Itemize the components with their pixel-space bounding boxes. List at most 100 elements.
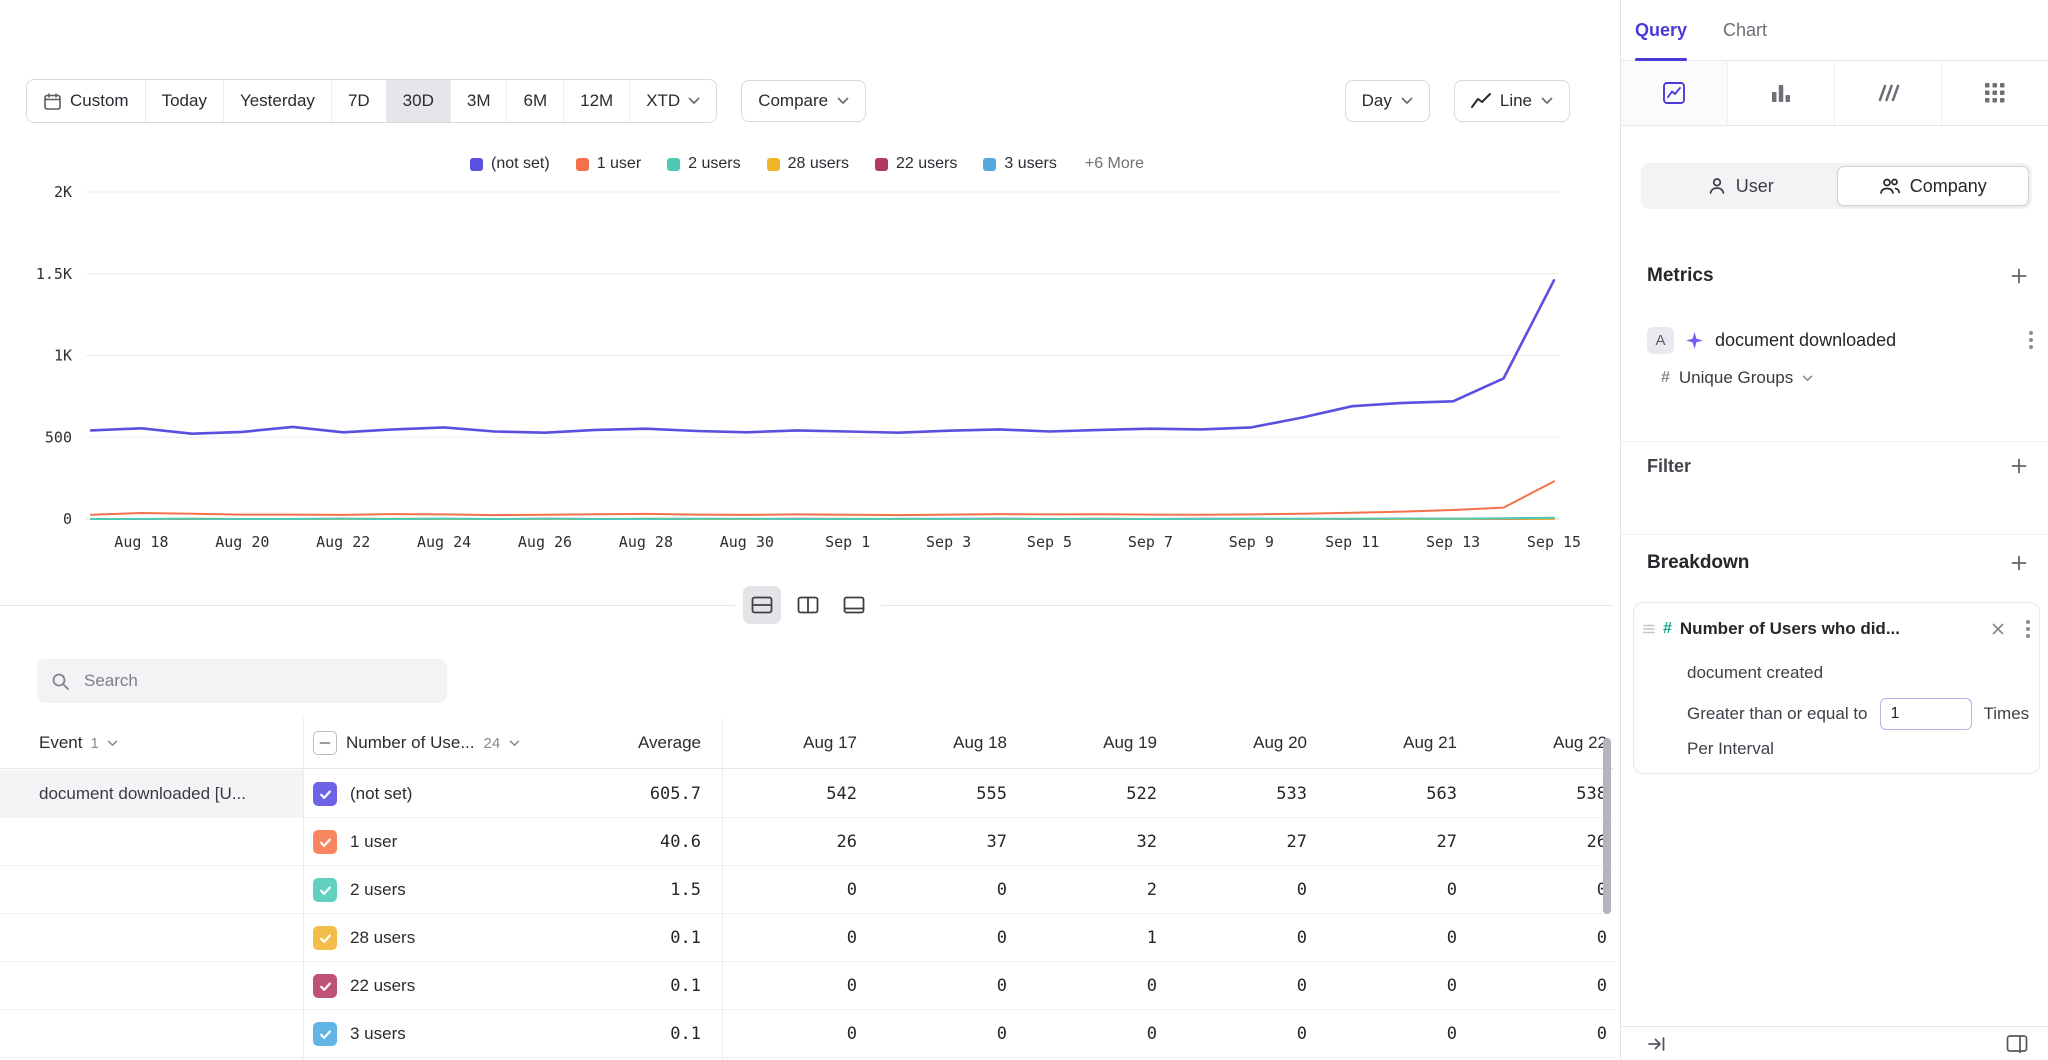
kebab-icon — [2025, 618, 2031, 640]
cell-value: 0 — [1467, 962, 1607, 1010]
series-checkbox[interactable] — [313, 1022, 337, 1046]
toggle-company[interactable]: Company — [1837, 166, 2030, 206]
funnel-chart-icon — [1876, 81, 1900, 105]
series-label: 1 user — [350, 818, 397, 866]
event-sparkle-icon — [1685, 331, 1704, 350]
cell-value: 32 — [1017, 818, 1157, 866]
cell-value: 0 — [717, 914, 857, 962]
cell-value: 542 — [717, 770, 857, 818]
close-icon — [1991, 622, 2005, 636]
cell-value: 0 — [1167, 1010, 1307, 1058]
add-breakdown-button[interactable] — [2008, 552, 2030, 574]
aggregation-label: Unique Groups — [1679, 368, 1793, 388]
check-icon — [318, 787, 333, 802]
panel-divider — [1621, 534, 2048, 535]
metric-aggregation-dropdown[interactable]: # Unique Groups — [1661, 364, 1813, 392]
analytics-app: CustomTodayYesterday7D30D3M6M12MXTD Comp… — [0, 0, 2048, 1060]
series-checkbox[interactable] — [313, 878, 337, 902]
breakdown-property-name[interactable]: Number of Users who did... — [1680, 619, 1989, 639]
cell-value: 0 — [867, 962, 1007, 1010]
cell-value: 538 — [1467, 770, 1607, 818]
tab-query[interactable]: Query — [1635, 0, 1687, 60]
table-row: document downloaded [U... (not set) 605.7 5… — [0, 770, 1614, 818]
toggle-sidebar-button[interactable] — [2004, 1032, 2030, 1055]
tab-segmentation-chart[interactable] — [1621, 61, 1728, 125]
chevron-down-icon — [1802, 375, 1813, 382]
series-checkbox[interactable] — [313, 974, 337, 998]
table-row: 3 users0.1000000 — [0, 1010, 1614, 1058]
user-icon — [1707, 176, 1727, 196]
series-checkbox[interactable] — [313, 926, 337, 950]
event-name-cell[interactable]: document downloaded [U... — [0, 770, 303, 818]
table-body: document downloaded [U... (not set) 605.7 5… — [0, 0, 1614, 1060]
cell-value: 27 — [1317, 818, 1457, 866]
series-label: 28 users — [350, 914, 415, 962]
segmentation-chart-icon — [1662, 81, 1686, 105]
series-label: 3 users — [350, 1010, 406, 1058]
cell-value: 0 — [1317, 1010, 1457, 1058]
kebab-icon — [2028, 329, 2034, 351]
series-label: (not set) — [350, 770, 412, 818]
threshold-input[interactable] — [1880, 698, 1972, 730]
remove-breakdown-button[interactable] — [1989, 620, 2007, 638]
number-property-icon: # — [1661, 369, 1670, 387]
check-icon — [318, 979, 333, 994]
average-value: 0.1 — [560, 914, 701, 962]
tab-bar-chart[interactable] — [1728, 61, 1835, 125]
table-row: 2 users1.5002000 — [0, 866, 1614, 914]
panel-footer — [1621, 1026, 2048, 1060]
cell-value: 1 — [1017, 914, 1157, 962]
check-icon — [318, 835, 333, 850]
metric-menu-button[interactable] — [2026, 327, 2036, 353]
average-value: 1.5 — [560, 866, 701, 914]
breakdown-menu-button[interactable] — [2023, 616, 2033, 642]
series-label: 22 users — [350, 962, 415, 1010]
query-panel: Query Chart User Company — [1620, 0, 2048, 1060]
panel-divider — [1621, 441, 2048, 442]
chart-module: CustomTodayYesterday7D30D3M6M12MXTD Comp… — [0, 0, 1614, 1060]
plus-icon — [2010, 457, 2028, 475]
cell-value: 0 — [717, 1010, 857, 1058]
breakdown-condition-row: Greater than or equal to Times — [1687, 697, 2031, 731]
matrix-chart-icon — [1984, 82, 2006, 104]
toggle-company-label: Company — [1910, 176, 1987, 197]
cell-value: 0 — [1317, 914, 1457, 962]
panel-tabs: Query Chart — [1621, 0, 2048, 61]
toggle-user[interactable]: User — [1644, 166, 1837, 206]
average-value: 40.6 — [560, 818, 701, 866]
filter-section-header: Filter — [1647, 452, 2030, 480]
add-metric-button[interactable] — [2008, 265, 2030, 287]
sidebar-panel-icon — [2006, 1034, 2028, 1053]
breakdown-section-header: Breakdown — [1647, 549, 2030, 577]
cell-value: 0 — [1167, 914, 1307, 962]
breakdown-event-name[interactable]: document created — [1687, 663, 1823, 683]
cell-value: 0 — [717, 866, 857, 914]
cell-value: 0 — [1317, 866, 1457, 914]
series-checkbox[interactable] — [313, 830, 337, 854]
cell-value: 0 — [1317, 962, 1457, 1010]
average-value: 605.7 — [560, 770, 701, 818]
plus-icon — [2010, 267, 2028, 285]
bar-chart-icon — [1769, 81, 1793, 105]
metric-badge: A — [1647, 327, 1674, 354]
metric-name: document downloaded — [1715, 330, 2015, 351]
vertical-scrollbar[interactable] — [1603, 738, 1611, 914]
tab-funnel-chart[interactable] — [1835, 61, 1942, 125]
add-filter-button[interactable] — [2008, 455, 2030, 477]
cell-value: 0 — [1467, 866, 1607, 914]
table-row: 28 users0.1001000 — [0, 914, 1614, 962]
collapse-panel-button[interactable] — [1645, 1033, 1669, 1055]
per-interval-label[interactable]: Per Interval — [1687, 739, 1774, 759]
drag-handle-icon[interactable] — [1642, 623, 1656, 635]
series-checkbox[interactable] — [313, 782, 337, 806]
cell-value: 533 — [1167, 770, 1307, 818]
check-icon — [318, 931, 333, 946]
tab-matrix-chart[interactable] — [1942, 61, 2048, 125]
condition-label[interactable]: Greater than or equal to — [1687, 704, 1868, 724]
metric-item[interactable]: A document downloaded — [1647, 322, 2036, 358]
metrics-section-header: Metrics — [1647, 262, 2030, 290]
tab-chart[interactable]: Chart — [1723, 0, 1767, 60]
toggle-user-label: User — [1736, 176, 1774, 197]
cell-value: 0 — [717, 962, 857, 1010]
cell-value: 2 — [1017, 866, 1157, 914]
